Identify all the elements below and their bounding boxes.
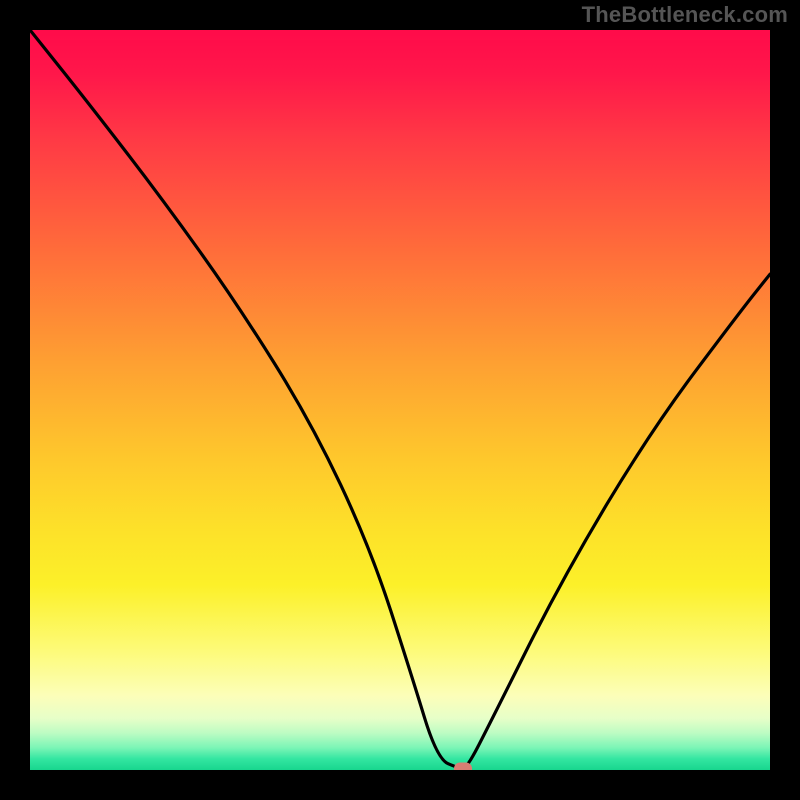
watermark-text: TheBottleneck.com xyxy=(582,2,788,28)
plot-area xyxy=(30,30,770,770)
optimal-point-marker xyxy=(454,762,472,770)
bottleneck-curve-path xyxy=(30,30,770,769)
chart-frame: TheBottleneck.com xyxy=(0,0,800,800)
bottleneck-curve-svg xyxy=(30,30,770,770)
